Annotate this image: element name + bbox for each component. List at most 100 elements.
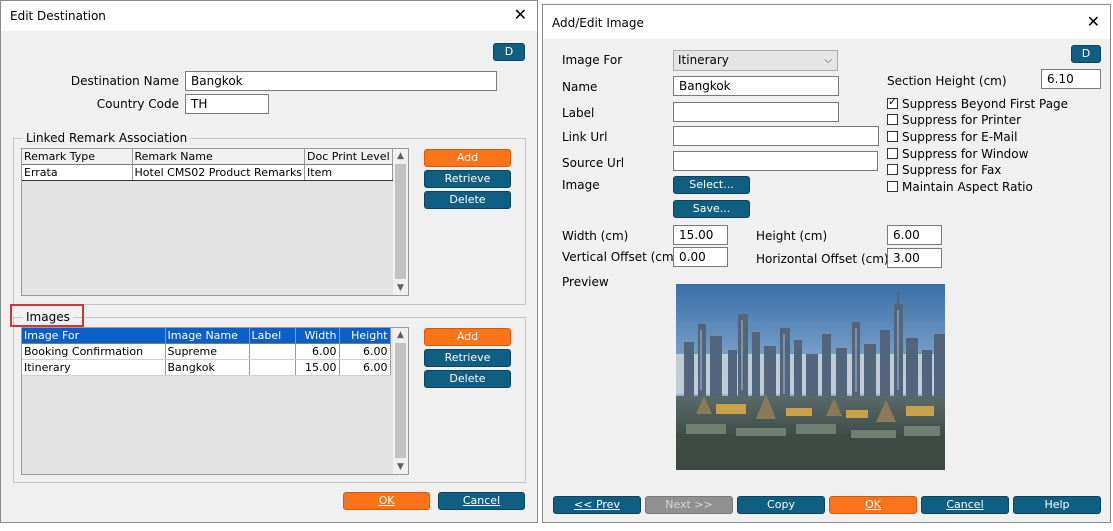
table-row[interactable]: Booking Confirmation Supreme 6.00 6.00	[22, 343, 391, 360]
column-header[interactable]: Image For	[22, 328, 166, 344]
scroll-up-icon[interactable]: ▲	[393, 328, 408, 342]
remark-delete-button[interactable]: Delete	[424, 191, 511, 209]
destination-name-label: Destination Name	[70, 74, 179, 88]
destination-name-input[interactable]: Bangkok	[185, 71, 497, 91]
scroll-down-icon[interactable]: ▼	[393, 460, 408, 474]
table-row[interactable]: Itinerary Bangkok 15.00 6.00	[22, 359, 391, 376]
remark-retrieve-button[interactable]: Retrieve	[424, 170, 511, 188]
checkbox-label[interactable]: Suppress for E-Mail	[902, 130, 1017, 144]
cell-width: 15.00	[295, 359, 340, 376]
d-button[interactable]: D	[493, 43, 525, 61]
section-height-input[interactable]: 6.10	[1041, 69, 1101, 89]
images-retrieve-button[interactable]: Retrieve	[424, 349, 511, 367]
cell-image-name: Supreme	[165, 343, 250, 360]
cell-height: 6.00	[339, 343, 391, 360]
section-height-label: Section Height (cm)	[887, 74, 1007, 88]
scroll-down-icon[interactable]: ▼	[393, 281, 408, 295]
images-table: Image For Image Name Label Width Height …	[22, 328, 391, 376]
preview-image	[676, 284, 945, 470]
column-header[interactable]: Doc Print Level	[304, 149, 393, 165]
column-header[interactable]: Remark Name	[132, 149, 306, 165]
cell-image-name: Bangkok	[165, 359, 250, 376]
images-grid[interactable]: Image For Image Name Label Width Height …	[21, 327, 409, 475]
images-scrollbar[interactable]: ▲ ▼	[393, 328, 408, 474]
cancel-button[interactable]: Cancel	[921, 496, 1009, 514]
checkbox-label[interactable]: Suppress Beyond First Page	[902, 97, 1068, 111]
dialog-title: Edit Destination	[10, 9, 106, 23]
checkbox-box[interactable]	[887, 181, 898, 192]
cancel-button[interactable]: Cancel	[438, 492, 525, 510]
checkbox-label[interactable]: Maintain Aspect Ratio	[902, 180, 1033, 194]
link-url-label: Link Url	[562, 130, 608, 144]
name-input[interactable]: Bangkok	[673, 76, 839, 96]
remark-add-button[interactable]: Add	[424, 149, 511, 167]
add-edit-image-titlebar: Add/Edit Image ✕	[543, 5, 1110, 39]
source-url-input[interactable]	[673, 151, 878, 171]
highlight-box	[10, 304, 84, 327]
linked-remark-grid[interactable]: Remark Type Remark Name Doc Print Level …	[21, 148, 409, 296]
images-add-button[interactable]: Add	[424, 328, 511, 346]
ok-button[interactable]: OK	[829, 496, 917, 514]
city-skyline-image	[676, 284, 945, 470]
column-header[interactable]: Label	[249, 328, 296, 344]
vertical-offset-input[interactable]: 0.00	[673, 247, 728, 267]
image-for-label: Image For	[562, 53, 623, 67]
help-button[interactable]: Help	[1013, 496, 1101, 514]
vertical-offset-label: Vertical Offset (cm)	[562, 250, 679, 264]
checkbox-box[interactable]	[887, 148, 898, 159]
link-url-input[interactable]	[673, 126, 879, 146]
next-label: Next >>	[665, 498, 713, 511]
label-label: Label	[562, 106, 595, 120]
country-code-label: Country Code	[96, 97, 179, 111]
cell-remark-name: Hotel CMS02 Product Remarks	[132, 164, 306, 181]
dialog-title: Add/Edit Image	[552, 16, 644, 30]
table-row[interactable]: Errata Hotel CMS02 Product Remarks Item	[22, 164, 393, 181]
column-header[interactable]: Height	[339, 328, 391, 344]
cell-doc-print-level: Item	[304, 164, 393, 181]
height-label: Height (cm)	[756, 229, 828, 243]
prev-label: << Prev	[574, 498, 620, 511]
country-code-input[interactable]: TH	[185, 94, 269, 114]
horizontal-offset-label: Horizontal Offset (cm)	[756, 252, 889, 266]
height-input[interactable]: 6.00	[887, 225, 942, 245]
scroll-up-icon[interactable]: ▲	[393, 149, 408, 163]
checkbox-label[interactable]: Suppress for Printer	[902, 113, 1021, 127]
label-input[interactable]	[673, 102, 839, 122]
width-input[interactable]: 15.00	[673, 225, 728, 245]
cell-height: 6.00	[339, 359, 391, 376]
scroll-thumb[interactable]	[395, 164, 406, 279]
cell-width: 6.00	[295, 343, 340, 360]
add-edit-image-dialog: Add/Edit Image ✕ D Image For Itinerary ⌵…	[542, 4, 1111, 523]
save-image-button[interactable]: Save...	[673, 200, 750, 218]
next-button[interactable]: Next >>	[645, 496, 733, 514]
cell-image-for: Booking Confirmation	[22, 343, 166, 360]
checkbox-label[interactable]: Suppress for Fax	[902, 163, 1001, 177]
checkbox-box[interactable]	[887, 114, 898, 125]
linked-remark-title: Linked Remark Association	[23, 131, 191, 145]
select-image-button[interactable]: Select...	[673, 176, 750, 194]
scroll-thumb[interactable]	[395, 343, 406, 458]
image-for-select[interactable]: Itinerary ⌵	[673, 50, 838, 71]
ok-button[interactable]: OK	[343, 492, 430, 510]
chevron-down-icon: ⌵	[824, 55, 832, 66]
checkbox-box[interactable]: ✓	[887, 95, 898, 109]
copy-button[interactable]: Copy	[737, 496, 825, 514]
column-header[interactable]: Remark Type	[22, 149, 133, 165]
close-icon[interactable]: ✕	[1087, 14, 1100, 30]
cell-label	[249, 359, 296, 376]
check-icon: ✓	[888, 95, 898, 108]
column-header[interactable]: Width	[295, 328, 340, 344]
close-icon[interactable]: ✕	[514, 7, 527, 23]
image-for-value: Itinerary	[678, 53, 729, 67]
column-header[interactable]: Image Name	[165, 328, 250, 344]
d-button[interactable]: D	[1071, 45, 1101, 63]
checkbox-box[interactable]	[887, 164, 898, 175]
checkbox-box[interactable]	[887, 131, 898, 142]
width-label: Width (cm)	[562, 229, 629, 243]
linked-remark-scrollbar[interactable]: ▲ ▼	[393, 149, 408, 295]
edit-destination-dialog: Edit Destination ✕ D Destination Name Ba…	[0, 0, 538, 523]
images-delete-button[interactable]: Delete	[424, 370, 511, 388]
horizontal-offset-input[interactable]: 3.00	[887, 248, 942, 268]
checkbox-label[interactable]: Suppress for Window	[902, 147, 1028, 161]
prev-button[interactable]: << Prev	[553, 496, 641, 514]
